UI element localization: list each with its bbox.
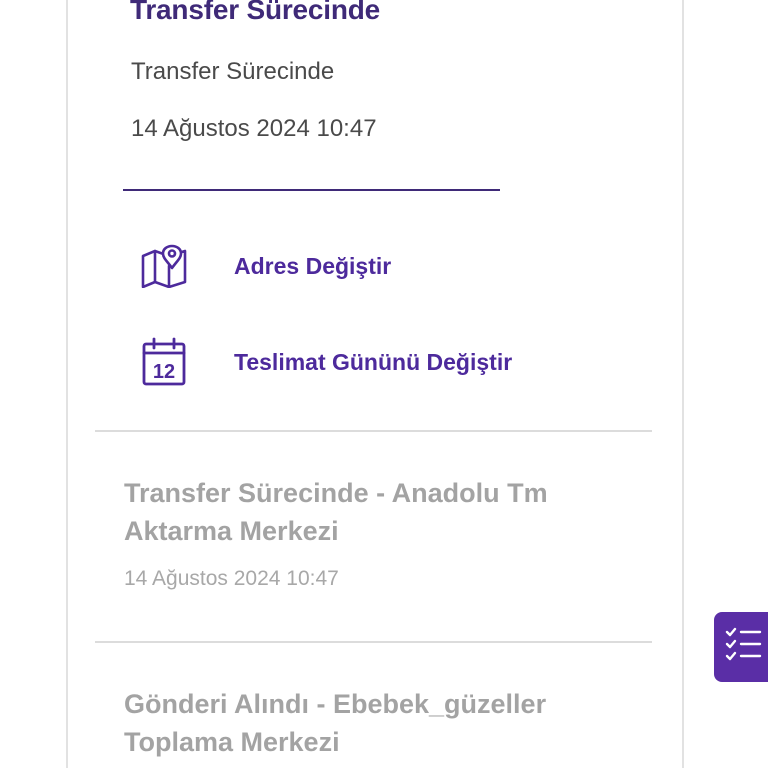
checklist-floating-button[interactable] <box>714 612 768 682</box>
calendar-icon: 12 <box>138 336 190 388</box>
status-divider <box>123 189 500 191</box>
svg-text:12: 12 <box>153 361 175 383</box>
change-address-button[interactable]: Adres Değiştir <box>138 240 391 292</box>
change-delivery-day-button[interactable]: 12 Teslimat Gününü Değiştir <box>138 336 512 388</box>
change-address-label: Adres Değiştir <box>234 252 392 279</box>
shipment-tracking-screen: Transfer Sürecinde Transfer Sürecinde 14… <box>0 0 768 768</box>
history-item-date: 14 Ağustos 2024 10:47 <box>124 567 339 590</box>
change-delivery-day-label: Teslimat Gününü Değiştir <box>234 348 513 375</box>
history-divider <box>95 430 652 432</box>
current-status-subtitle: Transfer Sürecinde <box>131 58 335 85</box>
history-item-title: Transfer Sürecinde - Anadolu Tm Aktarma … <box>124 478 548 546</box>
checklist-icon <box>725 627 763 668</box>
current-status-title: Transfer Sürecinde <box>130 0 381 25</box>
map-pin-icon <box>138 240 190 292</box>
current-status-date: 14 Ağustos 2024 10:47 <box>131 115 377 142</box>
history-item-title: Gönderi Alındı - Ebebek_güzeller Toplama… <box>124 689 547 757</box>
history-divider <box>95 641 652 643</box>
